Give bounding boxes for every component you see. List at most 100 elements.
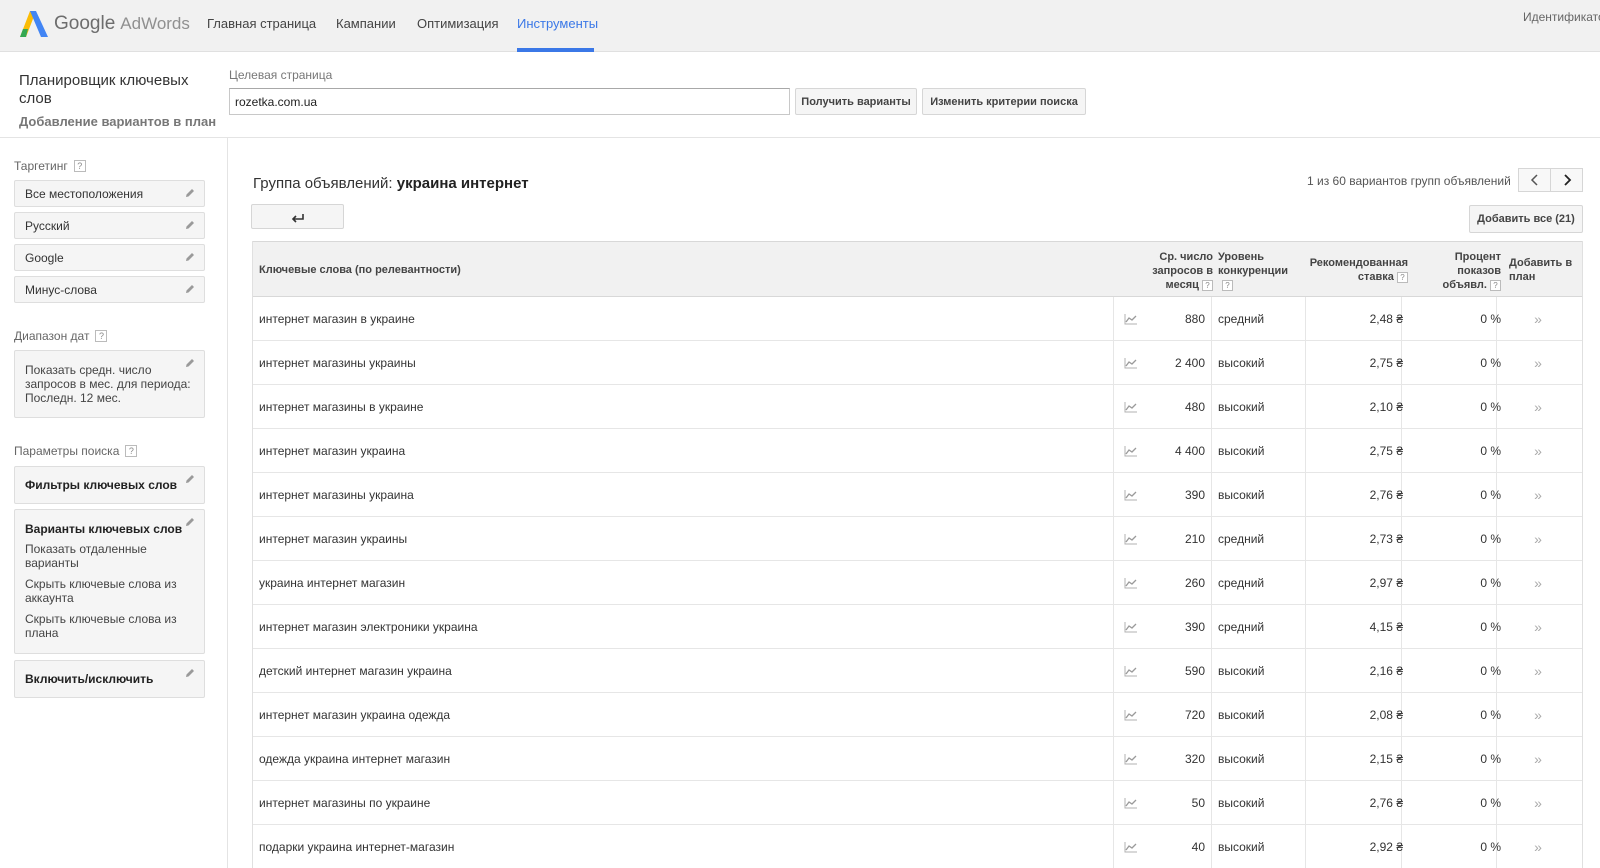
landing-page-input[interactable]	[229, 88, 790, 115]
logo-google-text: Google	[54, 13, 116, 34]
pencil-icon[interactable]	[184, 516, 196, 528]
keyword-option-broad: Показать отдаленные варианты	[25, 542, 194, 570]
add-to-plan-icon[interactable]: »	[1523, 385, 1553, 429]
col-competition-header[interactable]: Уровень конкуренции ?	[1218, 250, 1288, 292]
targeting-network[interactable]: Google	[14, 244, 205, 271]
page-title: Планировщик ключевых слов	[19, 72, 189, 107]
add-to-plan-icon[interactable]: »	[1523, 825, 1553, 868]
chart-icon	[1124, 578, 1137, 589]
keyword-cell: детский интернет магазин украина	[259, 664, 452, 678]
trend-chart-icon[interactable]	[1121, 561, 1141, 605]
add-to-plan-icon[interactable]: »	[1523, 341, 1553, 385]
nav-optimization[interactable]: Оптимизация	[417, 16, 499, 31]
trend-chart-icon[interactable]	[1121, 473, 1141, 517]
volume-cell: 40	[1191, 840, 1205, 854]
pencil-icon[interactable]	[184, 219, 196, 231]
pencil-icon[interactable]	[184, 357, 196, 369]
account-identifier[interactable]: Идентификатор	[1523, 10, 1600, 24]
impression-share-cell: 0 %	[1480, 752, 1501, 766]
targeting-locations[interactable]: Все местоположения	[14, 180, 205, 207]
trend-chart-icon[interactable]	[1121, 385, 1141, 429]
bid-cell: 2,73 ₴	[1369, 532, 1403, 546]
trend-chart-icon[interactable]	[1121, 297, 1141, 341]
col-share-header[interactable]: Процент показов объявл. ?	[1428, 250, 1501, 292]
trend-chart-icon[interactable]	[1121, 781, 1141, 825]
add-to-plan-icon[interactable]: »	[1523, 781, 1553, 825]
next-page-button[interactable]	[1550, 168, 1583, 192]
nav-campaigns[interactable]: Кампании	[336, 16, 396, 31]
get-ideas-button[interactable]: Получить варианты	[795, 88, 917, 115]
add-to-plan-icon[interactable]: »	[1523, 473, 1553, 517]
table-row: интернет магазины в украине 480 высокий …	[253, 385, 1582, 429]
col-volume-line: месяц	[1165, 279, 1199, 291]
col-bid-header[interactable]: Рекомендованная ставка ?	[1303, 256, 1408, 284]
add-to-plan-icon[interactable]: »	[1523, 517, 1553, 561]
keyword-cell: интернет магазин в украине	[259, 312, 415, 326]
trend-chart-icon[interactable]	[1121, 693, 1141, 737]
include-exclude-card[interactable]: Включить/исключить	[14, 660, 205, 698]
add-to-plan-icon[interactable]: »	[1523, 297, 1553, 341]
column-divider	[1211, 341, 1212, 384]
targeting-help-icon[interactable]: ?	[73, 160, 86, 172]
modify-search-button[interactable]: Изменить критерии поиска	[922, 88, 1086, 115]
landing-page-label: Целевая страница	[229, 68, 333, 82]
share-help-icon[interactable]: ?	[1490, 279, 1501, 291]
impression-share-cell: 0 %	[1480, 312, 1501, 326]
col-add-line: план	[1509, 271, 1536, 283]
volume-cell: 210	[1184, 532, 1205, 546]
add-all-button[interactable]: Добавить все (21)	[1469, 205, 1583, 233]
nav-home[interactable]: Главная страница	[207, 16, 316, 31]
trend-chart-icon[interactable]	[1121, 649, 1141, 693]
add-to-plan-icon[interactable]: »	[1523, 737, 1553, 781]
pencil-icon[interactable]	[184, 187, 196, 199]
keyword-cell: интернет магазин электроники украина	[259, 620, 478, 634]
trend-chart-icon[interactable]	[1121, 605, 1141, 649]
nav-tools[interactable]: Инструменты	[517, 16, 598, 31]
targeting-negative-keywords[interactable]: Минус-слова	[14, 276, 205, 303]
volume-cell: 4 400	[1174, 444, 1205, 458]
prev-page-button[interactable]	[1518, 168, 1551, 192]
col-share-line: показов	[1457, 265, 1501, 277]
targeting-negative-keywords-label: Минус-слова	[25, 282, 97, 297]
keyword-cell: украина интернет магазин	[259, 576, 406, 590]
keyword-filters-card[interactable]: Фильтры ключевых слов	[14, 466, 205, 504]
bid-help-icon[interactable]: ?	[1397, 271, 1408, 283]
impression-share-cell: 0 %	[1480, 356, 1501, 370]
pencil-icon[interactable]	[184, 283, 196, 295]
trend-chart-icon[interactable]	[1121, 737, 1141, 781]
adwords-logo[interactable]: Google AdWords	[20, 10, 190, 38]
impression-share-cell: 0 %	[1480, 532, 1501, 546]
table-row: интернет магазин украина 4 400 высокий 2…	[253, 429, 1582, 473]
chart-icon	[1124, 798, 1137, 809]
pencil-icon[interactable]	[184, 251, 196, 263]
option-line: Скрыть ключевые слова из	[25, 577, 177, 591]
keyword-option-hide-account: Скрыть ключевые слова из аккаунта	[25, 577, 194, 605]
date-range-card[interactable]: Показать средн. число запросов в мес. дл…	[14, 350, 205, 418]
table-row: интернет магазин украины 210 средний 2,7…	[253, 517, 1582, 561]
add-to-plan-icon[interactable]: »	[1523, 429, 1553, 473]
column-divider	[1113, 429, 1114, 472]
competition-help-icon[interactable]: ?	[1222, 279, 1233, 291]
volume-help-icon[interactable]: ?	[1202, 279, 1213, 291]
pencil-icon[interactable]	[184, 667, 196, 679]
col-volume-header[interactable]: Ср. число запросов в месяц ?	[1133, 250, 1213, 292]
date-range-help-icon[interactable]: ?	[95, 330, 108, 342]
keyword-options-card[interactable]: Варианты ключевых слов Показать отдаленн…	[14, 509, 205, 654]
add-to-plan-icon[interactable]: »	[1523, 649, 1553, 693]
search-params-help-icon[interactable]: ?	[125, 445, 138, 457]
col-keyword-header[interactable]: Ключевые слова (по релевантности)	[259, 263, 461, 277]
date-range-line: Последн. 12 мес.	[25, 391, 121, 405]
impression-share-cell: 0 %	[1480, 400, 1501, 414]
add-to-plan-icon[interactable]: »	[1523, 605, 1553, 649]
add-to-plan-icon[interactable]: »	[1523, 693, 1553, 737]
targeting-language[interactable]: Русский	[14, 212, 205, 239]
bid-cell: 2,76 ₴	[1369, 796, 1403, 810]
back-button[interactable]	[251, 204, 344, 229]
trend-chart-icon[interactable]	[1121, 429, 1141, 473]
trend-chart-icon[interactable]	[1121, 825, 1141, 868]
add-to-plan-icon[interactable]: »	[1523, 561, 1553, 605]
pencil-icon[interactable]	[184, 473, 196, 485]
trend-chart-icon[interactable]	[1121, 517, 1141, 561]
trend-chart-icon[interactable]	[1121, 341, 1141, 385]
table-row: одежда украина интернет магазин 320 высо…	[253, 737, 1582, 781]
